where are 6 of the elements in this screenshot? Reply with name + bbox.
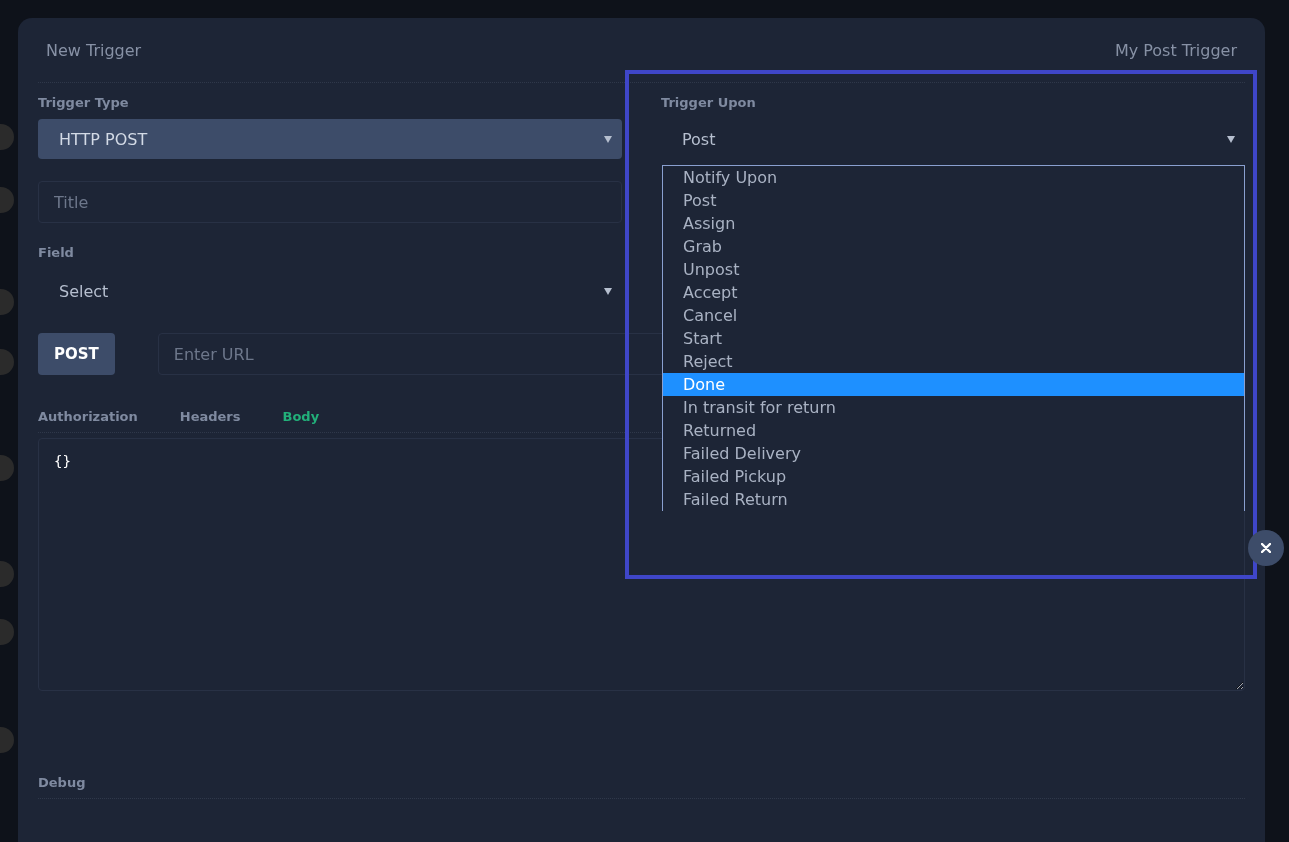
field-label: Field <box>38 244 75 262</box>
field-label: Trigger Type <box>38 94 130 112</box>
modal-title: New Trigger <box>46 40 142 60</box>
trigger-name: My Post Trigger <box>1114 40 1237 60</box>
field-label: Trigger Upon <box>661 94 757 112</box>
section-label: Debug <box>38 775 1245 799</box>
